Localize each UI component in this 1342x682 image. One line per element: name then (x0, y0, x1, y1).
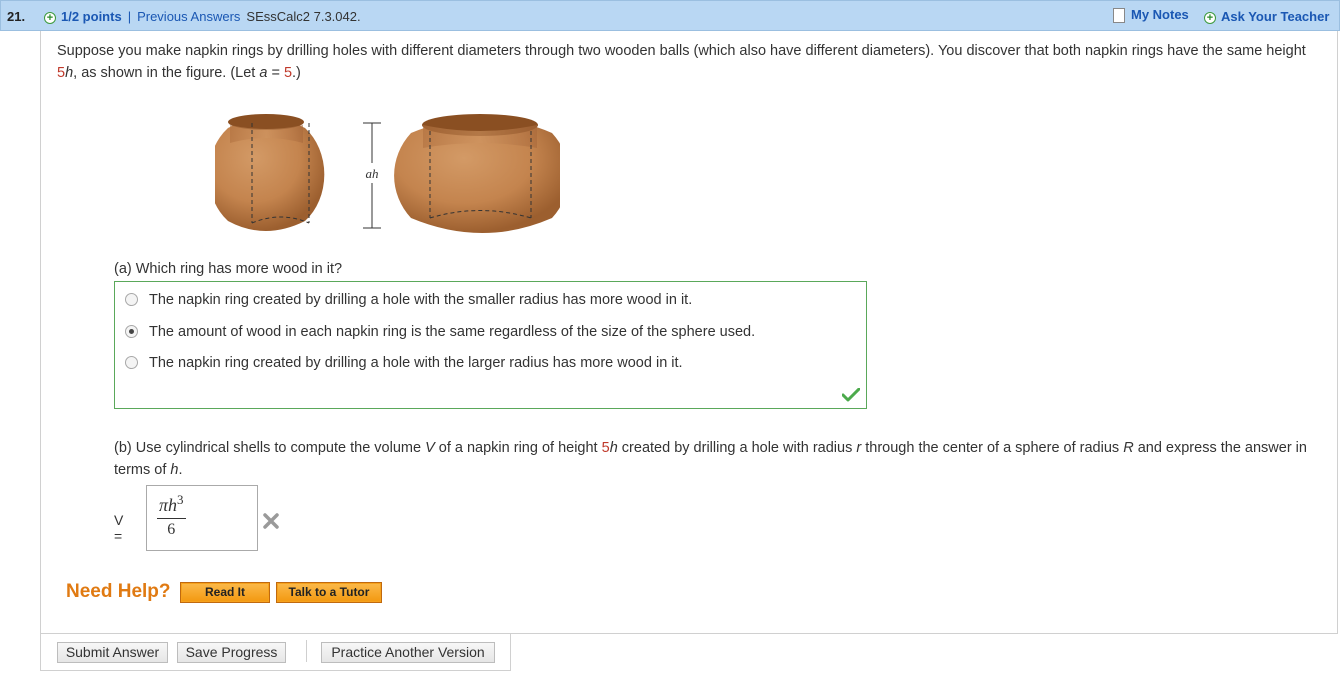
question-number: 21. (7, 9, 26, 24)
my-notes-button[interactable]: My Notes (1113, 7, 1189, 24)
question-code: SEssCalc2 7.3.042. (246, 9, 361, 24)
part-b-text-2: of a napkin ring of height (434, 440, 602, 456)
button-divider (306, 640, 307, 662)
expand-plus-icon[interactable]: + (44, 12, 56, 24)
height-value: 5 (57, 65, 66, 81)
choice-2[interactable]: The amount of wood in each napkin ring i… (125, 324, 755, 340)
need-help-label: Need Help? (66, 581, 171, 602)
a-value: 5 (283, 65, 293, 81)
var-R: R (1123, 440, 1134, 456)
correct-check-icon (842, 388, 860, 402)
my-notes-label: My Notes (1131, 7, 1189, 22)
previous-answers-link[interactable]: Previous Answers (137, 9, 240, 24)
answer-label: V = (114, 512, 124, 544)
ask-teacher-button[interactable]: + Ask Your Teacher (1204, 9, 1329, 24)
var-h: h (609, 440, 618, 456)
numerator-exponent: 3 (177, 492, 184, 507)
question-text: Suppose you make napkin rings by drillin… (57, 40, 1317, 84)
part-b-question: (b) Use cylindrical shells to compute th… (114, 437, 1324, 481)
choice-3[interactable]: The napkin ring created by drilling a ho… (125, 355, 683, 371)
part-b-text-6: . (178, 462, 183, 478)
radio-button[interactable] (125, 356, 138, 369)
points-area: +1/2 points | Previous Answers SEssCalc2 7.… (44, 9, 361, 24)
choice-1[interactable]: The napkin ring created by drilling a ho… (125, 292, 692, 308)
small-napkin-ring (215, 114, 325, 231)
plus-icon: + (1204, 12, 1216, 24)
answer-fraction: πh3 6 (157, 492, 186, 539)
part-b-text-3: created by drilling a hole with radius (617, 440, 857, 456)
separator: | (127, 9, 132, 24)
answer-numerator: πh3 (157, 492, 186, 519)
points-link[interactable]: 1/2 points (61, 9, 122, 24)
incorrect-x-icon (263, 513, 279, 529)
dimension-label: ah (366, 166, 379, 181)
read-it-button[interactable]: Read It (180, 582, 270, 603)
submit-answer-button[interactable]: Submit Answer (57, 642, 168, 663)
save-progress-button[interactable]: Save Progress (177, 642, 286, 663)
part-b-text-4: through the center of a sphere of radius (861, 440, 1124, 456)
radio-button-selected[interactable] (125, 325, 138, 338)
radio-button[interactable] (125, 293, 138, 306)
part-a-choices: The napkin ring created by drilling a ho… (114, 281, 867, 409)
intro-text-2: , as shown in the figure. (Let (73, 65, 260, 81)
height-var: h (65, 65, 74, 81)
notes-icon (1113, 8, 1125, 24)
intro-text-4: .) (292, 65, 301, 81)
intro-text-1: Suppose you make napkin rings by drillin… (57, 43, 1306, 59)
height-value: 5 (601, 440, 610, 456)
part-a-question: (a) Which ring has more wood in it? (114, 261, 343, 277)
choice-label: The napkin ring created by drilling a ho… (149, 292, 693, 308)
choice-label: The napkin ring created by drilling a ho… (149, 355, 683, 371)
height-dimension: ah (361, 122, 383, 229)
ask-teacher-label: Ask Your Teacher (1221, 9, 1330, 24)
answer-input[interactable]: πh3 6 (146, 485, 258, 551)
read-it-label: Read It (182, 584, 268, 601)
intro-text-3: = (267, 65, 284, 81)
part-b-text-1: (b) Use cylindrical shells to compute th… (114, 440, 426, 456)
large-napkin-ring (394, 114, 560, 233)
choice-label: The amount of wood in each napkin ring i… (149, 324, 756, 340)
napkin-rings-figure: ah (215, 114, 560, 233)
practice-another-version-button[interactable]: Practice Another Version (321, 642, 495, 663)
answer-denominator: 6 (167, 521, 176, 538)
talk-to-tutor-label: Talk to a Tutor (278, 584, 380, 601)
question-header: 21. +1/2 points | Previous Answers SEssCalc… (0, 0, 1340, 31)
var-V: V (425, 440, 435, 456)
numerator-text: πh (159, 495, 178, 515)
talk-to-tutor-button[interactable]: Talk to a Tutor (276, 582, 382, 603)
